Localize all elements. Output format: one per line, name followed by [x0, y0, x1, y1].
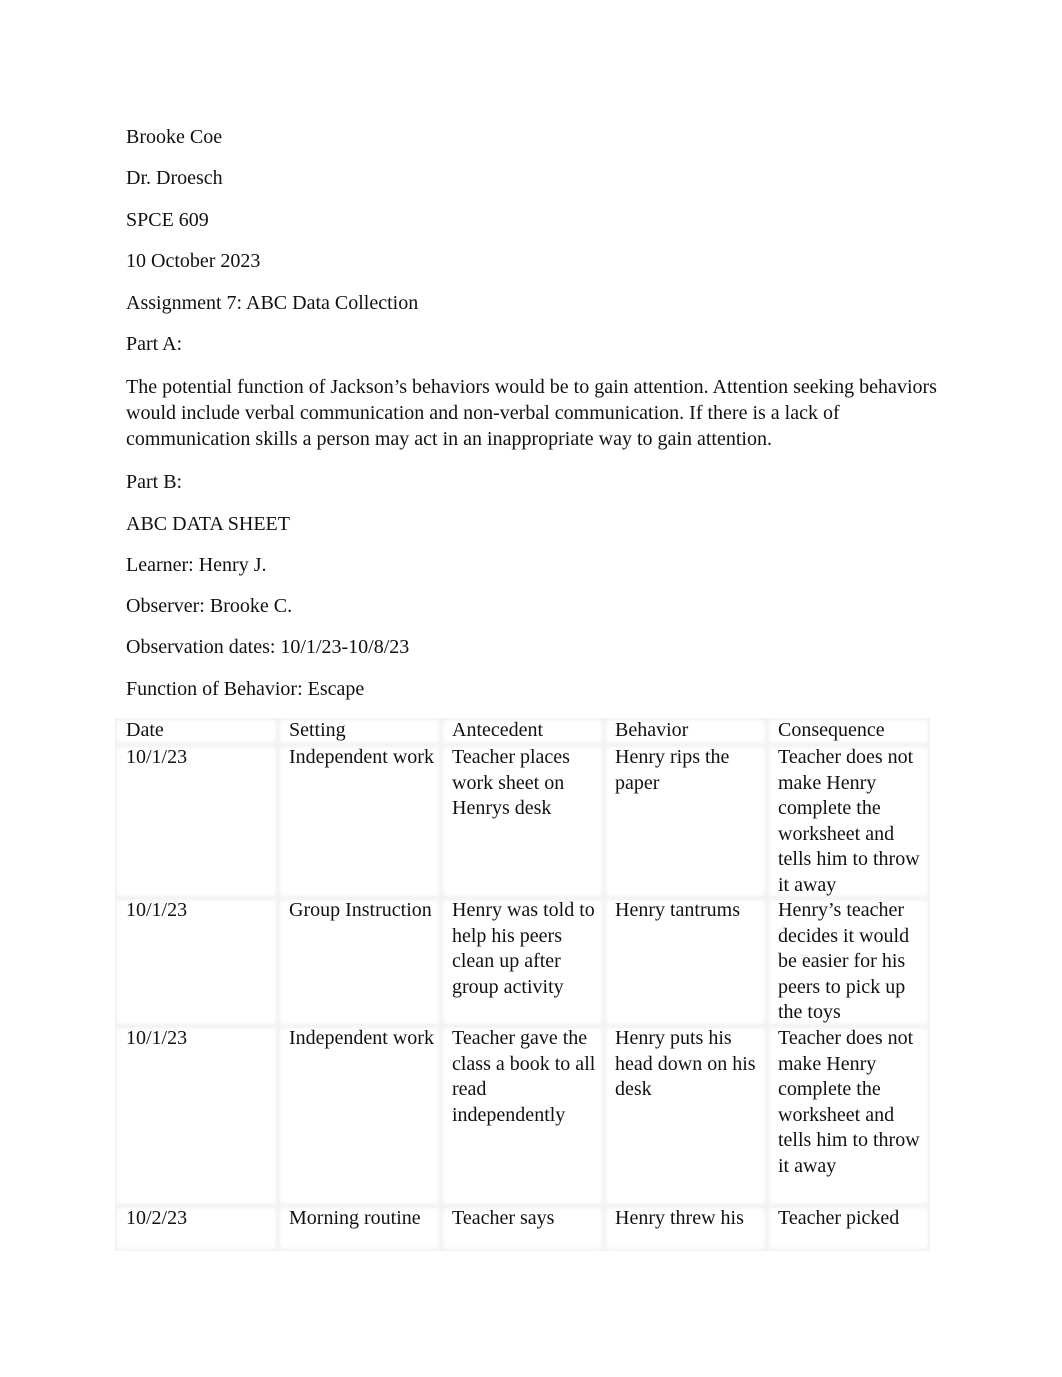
- cell-setting: Morning routine: [278, 1206, 441, 1251]
- table-header-row: Date Setting Antecedent Behavior Consequ…: [115, 718, 930, 745]
- header-date: Date: [115, 718, 278, 745]
- table-row: 10/1/23 Independent work Teacher places …: [115, 745, 930, 898]
- header-behavior: Behavior: [604, 718, 767, 745]
- cell-consequence: Teacher picked: [767, 1206, 930, 1251]
- cell-setting: Independent work: [278, 1026, 441, 1206]
- cell-antecedent: Teacher places work sheet on Henrys desk: [441, 745, 604, 898]
- cell-antecedent: Teacher gave the class a book to all rea…: [441, 1026, 604, 1206]
- observation-dates: Observation dates: 10/1/23-10/8/23: [126, 636, 410, 658]
- part-a-heading: Part A:: [126, 333, 183, 355]
- header-consequence: Consequence: [767, 718, 930, 745]
- document-date: 10 October 2023: [126, 250, 261, 272]
- cell-date: 10/1/23: [115, 745, 278, 898]
- cell-setting: Group Instruction: [278, 898, 441, 1026]
- table-row: 10/1/23 Independent work Teacher gave th…: [115, 1026, 930, 1206]
- cell-behavior: Henry threw his: [604, 1206, 767, 1251]
- cell-consequence: Teacher does not make Henry complete the…: [767, 1026, 930, 1206]
- table-row: 10/1/23 Group Instruction Henry was told…: [115, 898, 930, 1026]
- sheet-title: ABC DATA SHEET: [126, 513, 290, 535]
- learner-label: Learner: Henry J.: [126, 554, 267, 576]
- author-name: Brooke Coe: [126, 126, 223, 148]
- cell-date: 10/1/23: [115, 898, 278, 1026]
- header-setting: Setting: [278, 718, 441, 745]
- table-row: 10/2/23 Morning routine Teacher says Hen…: [115, 1206, 930, 1251]
- document-title: Assignment 7: ABC Data Collection: [126, 292, 419, 314]
- cell-behavior: Henry tantrums: [604, 898, 767, 1026]
- cell-date: 10/1/23: [115, 1026, 278, 1206]
- header-antecedent: Antecedent: [441, 718, 604, 745]
- abc-data-table: Date Setting Antecedent Behavior Consequ…: [115, 718, 930, 1251]
- behavior-function: Function of Behavior: Escape: [126, 678, 365, 700]
- part-b-heading: Part B:: [126, 471, 183, 493]
- cell-setting: Independent work: [278, 745, 441, 898]
- cell-consequence: Henry’s teacher decides it would be easi…: [767, 898, 930, 1026]
- cell-consequence: Teacher does not make Henry complete the…: [767, 745, 930, 898]
- cell-antecedent: Teacher says: [441, 1206, 604, 1251]
- observer-label: Observer: Brooke C.: [126, 595, 293, 617]
- part-a-text: The potential function of Jackson’s beha…: [126, 376, 937, 450]
- cell-behavior: Henry puts his head down on his desk: [604, 1026, 767, 1206]
- course-code: SPCE 609: [126, 209, 209, 231]
- cell-behavior: Henry rips the paper: [604, 745, 767, 898]
- cell-date: 10/2/23: [115, 1206, 278, 1251]
- cell-antecedent: Henry was told to help his peers clean u…: [441, 898, 604, 1026]
- instructor-name: Dr. Droesch: [126, 167, 223, 189]
